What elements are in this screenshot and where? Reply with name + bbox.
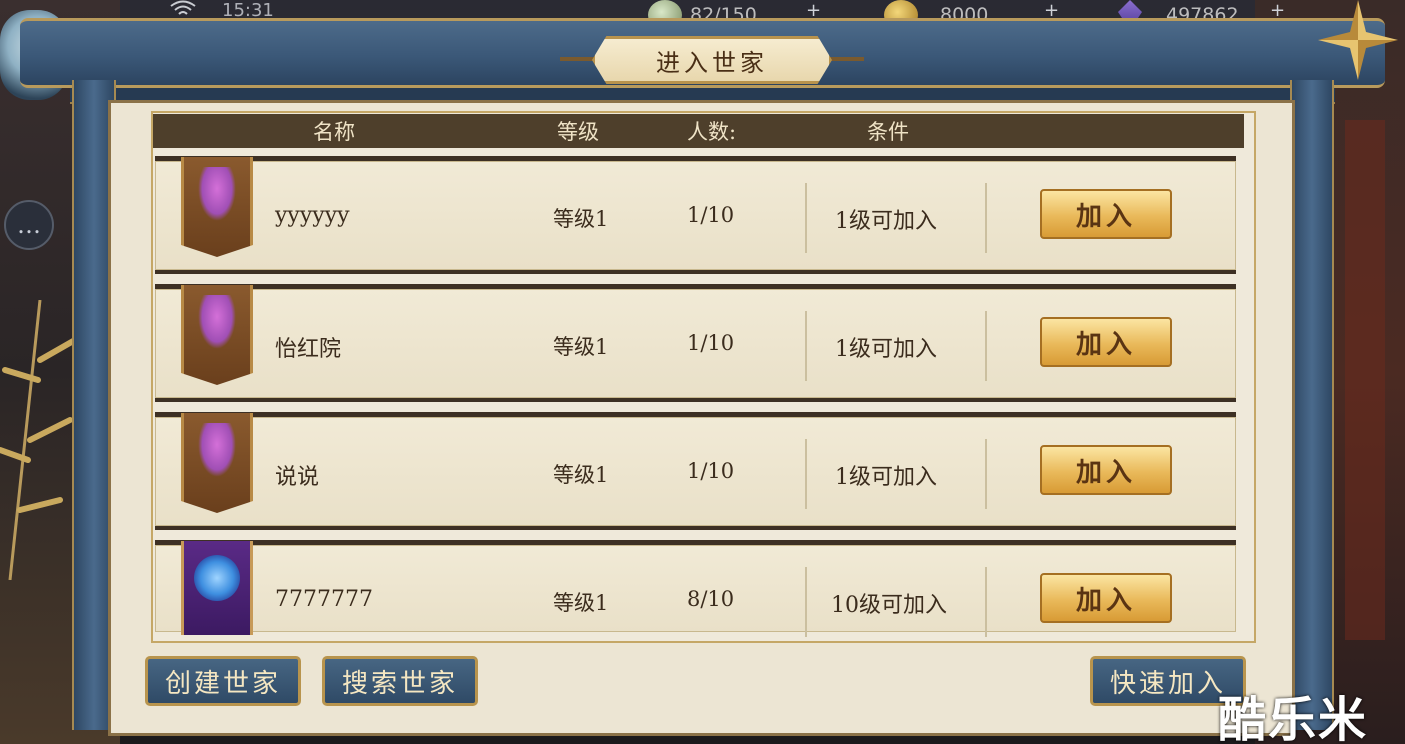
flower-emblem-icon (198, 167, 236, 221)
column-divider (805, 311, 807, 381)
clan-name: 7777777 (275, 587, 373, 612)
clan-level: 等级1 (553, 591, 609, 615)
wifi-icon (170, 0, 196, 15)
create-clan-button[interactable]: 创建世家 (145, 656, 301, 706)
header-condition: 条件 (867, 120, 909, 144)
clan-condition: 1级可加入 (835, 465, 937, 490)
clan-members: 1/10 (687, 203, 735, 227)
flower-emblem-icon (198, 423, 236, 477)
lotus-emblem-icon (194, 555, 240, 601)
flower-emblem-icon (198, 295, 236, 349)
red-pillar-decoration (1345, 120, 1385, 640)
purple-flower-banner-icon (181, 413, 253, 513)
clan-row: 说说 等级1 1/10 1级可加入 加入 (155, 412, 1236, 530)
dialog-title: 进入世家 (592, 36, 832, 84)
clan-condition: 10级可加入 (831, 593, 947, 618)
table-header: 名称 等级 人数: 条件 (153, 114, 1244, 148)
column-divider (985, 439, 987, 509)
title-rope-left (560, 57, 596, 61)
header-level: 等级 (557, 120, 599, 144)
clan-level: 等级1 (553, 335, 609, 359)
column-divider (805, 183, 807, 253)
clan-name: 怡红院 (275, 337, 342, 362)
purple-flower-banner-icon (181, 285, 253, 385)
column-divider (805, 439, 807, 509)
join-button[interactable]: 加入 (1040, 189, 1172, 239)
bamboo-decoration (0, 300, 78, 580)
join-button[interactable]: 加入 (1040, 573, 1172, 623)
clan-members: 1/10 (687, 331, 735, 355)
header-name: 名称 (313, 120, 355, 144)
blue-lotus-banner-icon (181, 541, 253, 635)
purple-flower-banner-icon (181, 157, 253, 257)
column-divider (985, 183, 987, 253)
search-clan-button[interactable]: 搜索世家 (322, 656, 478, 706)
chat-bubble-icon: … (17, 211, 41, 239)
right-pillar-frame (1290, 80, 1334, 730)
watermark-text: 酷乐米 (1218, 692, 1369, 744)
column-divider (985, 311, 987, 381)
clan-name: yyyyyy (275, 203, 350, 228)
clan-condition: 1级可加入 (835, 209, 937, 234)
column-divider (985, 567, 987, 637)
clan-row: yyyyyy 等级1 1/10 1级可加入 加入 (155, 156, 1236, 274)
chat-button[interactable]: … (4, 200, 54, 250)
clan-row: 7777777 等级1 8/10 10级可加入 加入 (155, 540, 1236, 637)
clan-level: 等级1 (553, 463, 609, 487)
clan-members: 1/10 (687, 459, 735, 483)
column-divider (805, 567, 807, 637)
join-button[interactable]: 加入 (1040, 317, 1172, 367)
clan-name: 说说 (275, 465, 320, 490)
join-button[interactable]: 加入 (1040, 445, 1172, 495)
clan-members: 8/10 (687, 587, 735, 611)
clan-row: 怡红院 等级1 1/10 1级可加入 加入 (155, 284, 1236, 402)
header-members: 人数: (687, 120, 737, 144)
clan-level: 等级1 (553, 207, 609, 231)
title-rope-right (828, 57, 864, 61)
clan-condition: 1级可加入 (835, 337, 937, 362)
